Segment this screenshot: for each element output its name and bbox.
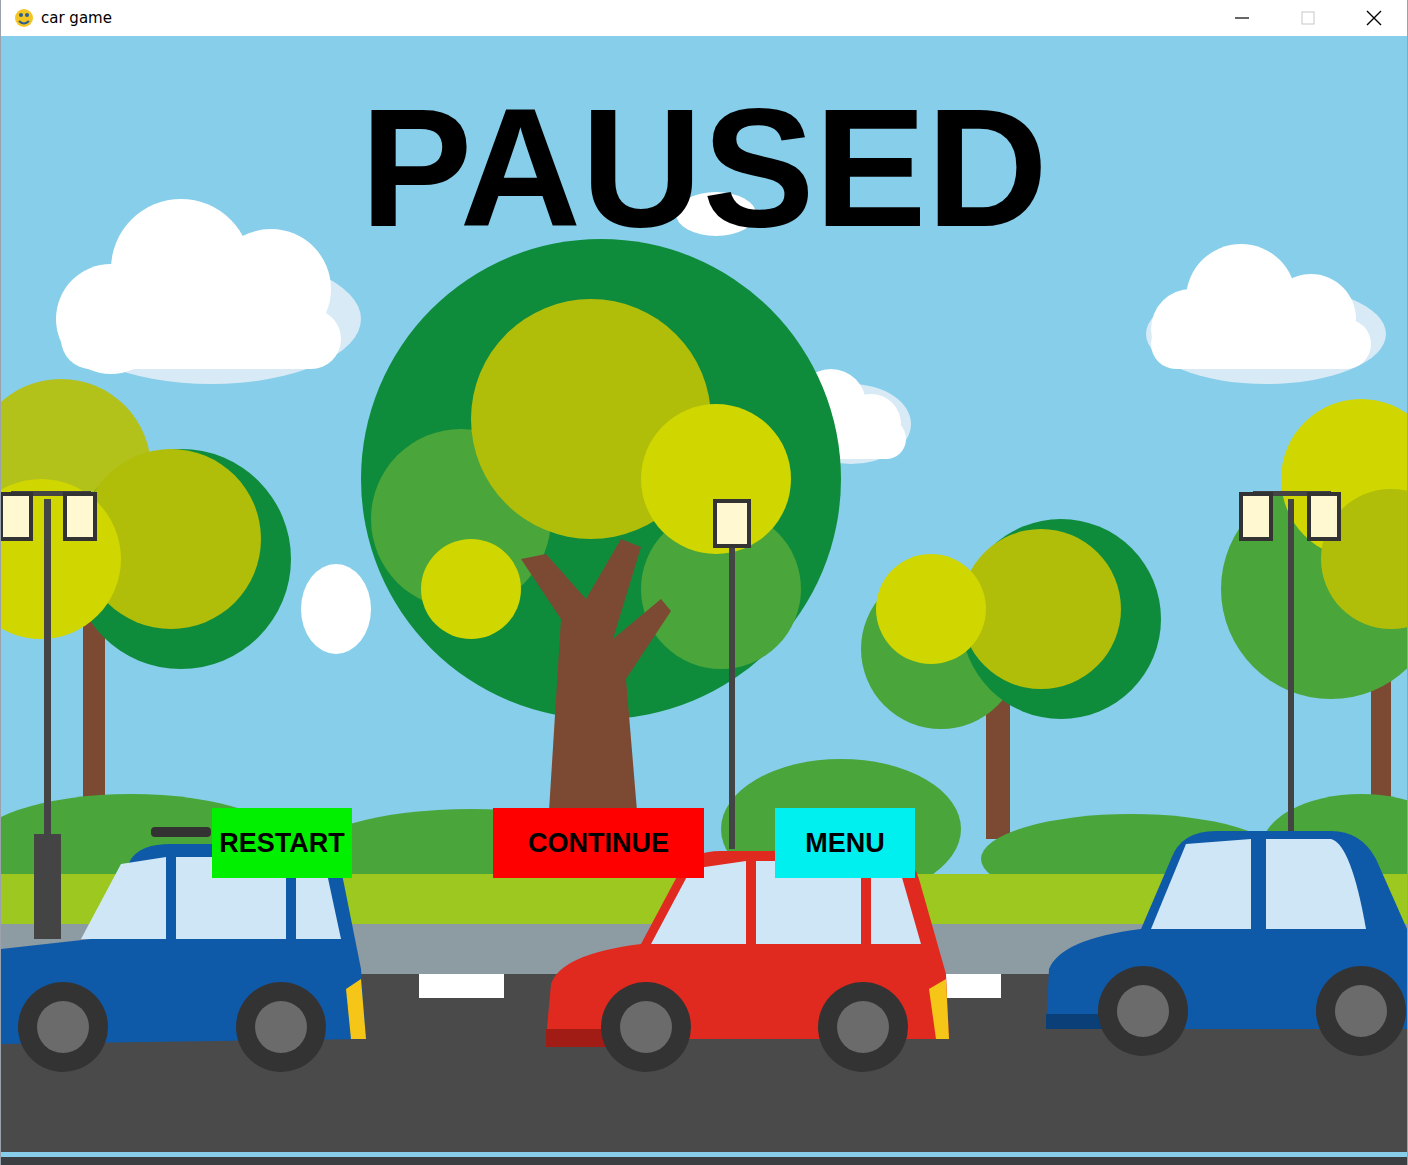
minimize-button[interactable] (1209, 0, 1275, 36)
close-icon (1366, 10, 1382, 26)
menu-button[interactable]: RESTART (212, 808, 352, 878)
menu-button[interactable]: CONTINUE (493, 808, 704, 878)
pygame-snake-icon (13, 7, 35, 29)
game-canvas: PAUSED RESTART CONTINUE MENU (1, 36, 1407, 1152)
window-title: car game (41, 9, 112, 27)
button-label: CONTINUE (528, 828, 669, 859)
game-window: car game (0, 0, 1408, 1165)
close-button[interactable] (1341, 0, 1407, 36)
ide-tool-strip (1, 1152, 1407, 1165)
button-label: RESTART (219, 828, 345, 859)
button-label: MENU (805, 828, 885, 859)
maximize-button (1275, 0, 1341, 36)
minimize-icon (1235, 11, 1249, 25)
menu-button[interactable]: MENU (775, 808, 915, 878)
title-bar: car game (1, 0, 1407, 36)
paused-heading: PAUSED (1, 84, 1407, 252)
maximize-icon (1301, 11, 1315, 25)
